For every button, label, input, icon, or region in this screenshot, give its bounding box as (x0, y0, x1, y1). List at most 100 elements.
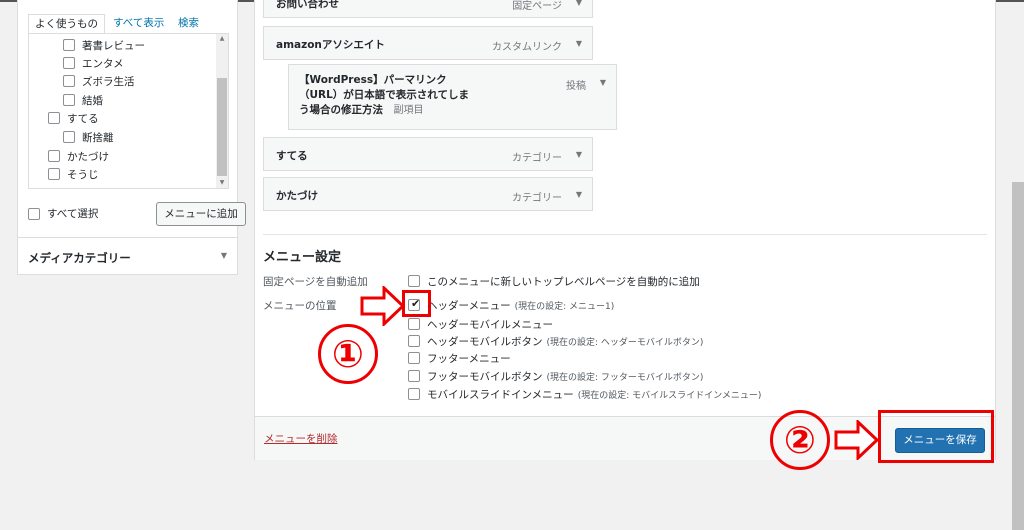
auto-add-label: 固定ページを自動追加 (263, 276, 368, 288)
menu-item-title: かたづけ (276, 190, 318, 202)
checkbox[interactable] (408, 370, 420, 382)
menu-item-type: カスタムリンク (492, 42, 562, 53)
list-item[interactable]: エンタメ (63, 54, 124, 72)
option-label: ヘッダーモバイルボタン (427, 335, 543, 348)
menu-item-title: お問い合わせ (276, 0, 339, 10)
location-option-header-mobile-button[interactable]: ヘッダーモバイルボタン (現在の設定: ヘッダーモバイルボタン) (408, 333, 703, 349)
select-all[interactable]: すべて選択 (28, 206, 98, 221)
option-label: ヘッダーモバイルメニュー (427, 318, 553, 331)
add-menu-items-panel: よく使うもの すべて表示 検索 著書レビュー エンタメ ズボラ生活 結婚 すてる… (17, 0, 246, 275)
option-note: (現在の設定: フッターモバイルボタン) (546, 372, 704, 383)
list-item[interactable]: すてる (48, 109, 99, 127)
chevron-down-icon[interactable]: ▼ (576, 0, 582, 7)
location-option-header-menu[interactable]: ✔ ヘッダーメニュー (現在の設定: メニュー1) (408, 297, 614, 313)
tab-view-all[interactable]: すべて表示 (113, 14, 164, 34)
scroll-thumb[interactable] (217, 78, 227, 176)
checkbox[interactable] (63, 75, 75, 87)
checkbox[interactable] (48, 112, 60, 124)
auto-add-option[interactable]: このメニューに新しいトップレベルページを自動的に追加 (408, 273, 700, 289)
step-1-badge: ① (318, 324, 378, 384)
list-item-label: 断捨離 (82, 131, 114, 144)
option-note: (現在の設定: メニュー1) (514, 301, 615, 312)
option-label: モバイルスライドインメニュー (427, 388, 574, 401)
checkbox[interactable] (48, 168, 60, 180)
list-item-label: 著書レビュー (82, 39, 145, 52)
checkbox[interactable] (408, 335, 420, 347)
menu-item-title-line: （URL）が日本語で表示されてしま (299, 89, 469, 101)
list-item-label: エンタメ (82, 57, 124, 70)
menu-item-title-line: う場合の修正方法 (299, 104, 383, 116)
highlight-box-checkbox (402, 290, 431, 317)
checkbox[interactable] (63, 39, 75, 51)
add-to-menu-button[interactable]: メニューに追加 (156, 202, 246, 226)
menu-item-title: すてる (276, 150, 308, 162)
tab-search[interactable]: 検索 (178, 14, 199, 34)
list-item-label: かたづけ (67, 150, 109, 163)
arrow-right-icon (834, 420, 880, 460)
list-scrollbar[interactable]: ▲ ▼ (216, 34, 228, 188)
page-scrollbar[interactable] (1012, 182, 1024, 530)
divider (263, 234, 987, 235)
select-all-checkbox[interactable] (28, 207, 40, 220)
arrow-right-icon (360, 286, 406, 326)
checkbox[interactable] (408, 275, 420, 287)
menu-item[interactable]: かたづけ カテゴリー ▼ (263, 177, 593, 211)
list-item-label: ズボラ生活 (82, 75, 135, 88)
option-note: (現在の設定: ヘッダーモバイルボタン) (546, 337, 704, 348)
step-2-badge: ② (770, 410, 830, 470)
sub-item-note: 副項目 (393, 105, 424, 116)
list-item-label: 結婚 (82, 94, 103, 107)
location-option-footer-menu[interactable]: フッターメニュー (408, 350, 511, 366)
menu-settings-heading: メニュー設定 (263, 250, 342, 265)
list-item[interactable]: そうじ (48, 165, 99, 183)
menu-item[interactable]: お問い合わせ 固定ページ ▼ (263, 0, 593, 18)
category-checklist: 著書レビュー エンタメ ズボラ生活 結婚 すてる 断捨離 かたづけ そうじ ▲ … (28, 33, 229, 189)
menu-item-type: カテゴリー (512, 193, 562, 204)
menu-location-label: メニューの位置 (263, 300, 337, 312)
menu-item-title: 【WordPress】パーマリンク （URL）が日本語で表示されてしま う場合の… (299, 73, 489, 118)
checkbox[interactable] (408, 318, 420, 330)
menu-item[interactable]: すてる カテゴリー ▼ (263, 137, 593, 171)
option-label: ヘッダーメニュー (427, 299, 511, 312)
delete-menu-link[interactable]: メニューを削除 (264, 431, 338, 446)
list-item[interactable]: 結婚 (63, 91, 103, 109)
highlight-box-save (878, 410, 994, 463)
list-item[interactable]: ズボラ生活 (63, 72, 135, 90)
media-category-title: メディアカテゴリー (28, 251, 131, 265)
location-option-mobile-slidein-menu[interactable]: モバイルスライドインメニュー (現在の設定: モバイルスライドインメニュー) (408, 386, 761, 402)
list-item[interactable]: 断捨離 (63, 128, 114, 146)
list-item[interactable]: 著書レビュー (63, 36, 145, 54)
menu-item-title-line: 【WordPress】パーマリンク (299, 74, 447, 86)
list-item[interactable]: かたづけ (48, 147, 109, 165)
checkbox[interactable] (408, 352, 420, 364)
chevron-down-icon[interactable]: ▼ (576, 190, 582, 199)
location-option-header-mobile-menu[interactable]: ヘッダーモバイルメニュー (408, 316, 553, 332)
list-item-label: そうじ (67, 168, 99, 181)
checkbox[interactable] (63, 57, 75, 69)
menu-structure-panel: お問い合わせ 固定ページ ▼ amazonアソシエイト カスタムリンク ▼ 【W… (254, 0, 996, 460)
menu-item-type: 固定ページ (512, 1, 562, 12)
select-all-label: すべて選択 (47, 208, 99, 220)
option-label: このメニューに新しいトップレベルページを自動的に追加 (427, 275, 700, 288)
menu-item[interactable]: amazonアソシエイト カスタムリンク ▼ (263, 26, 593, 60)
scroll-down-icon[interactable]: ▼ (216, 178, 228, 188)
menu-sub-item[interactable]: 【WordPress】パーマリンク （URL）が日本語で表示されてしま う場合の… (288, 64, 617, 130)
menu-item-title: amazonアソシエイト (276, 39, 385, 51)
checkbox[interactable] (63, 94, 75, 106)
chevron-down-icon[interactable]: ▼ (600, 78, 606, 87)
checkbox[interactable] (48, 150, 60, 162)
tab-most-used[interactable]: よく使うもの (28, 14, 105, 34)
menu-item-type: 投稿 (566, 81, 586, 92)
chevron-down-icon[interactable]: ▼ (576, 39, 582, 48)
chevron-down-icon[interactable]: ▼ (576, 150, 582, 159)
option-note: (現在の設定: モバイルスライドインメニュー) (577, 390, 762, 401)
option-label: フッターメニュー (427, 352, 511, 365)
list-item-label: すてる (67, 112, 99, 125)
scroll-up-icon[interactable]: ▲ (216, 34, 228, 44)
chevron-down-icon[interactable]: ▼ (221, 251, 227, 260)
media-category-section[interactable]: メディアカテゴリー ▼ (18, 237, 237, 275)
checkbox[interactable] (408, 388, 420, 400)
menu-item-type: カテゴリー (512, 153, 562, 164)
checkbox[interactable] (63, 131, 75, 143)
location-option-footer-mobile-button[interactable]: フッターモバイルボタン (現在の設定: フッターモバイルボタン) (408, 368, 703, 384)
